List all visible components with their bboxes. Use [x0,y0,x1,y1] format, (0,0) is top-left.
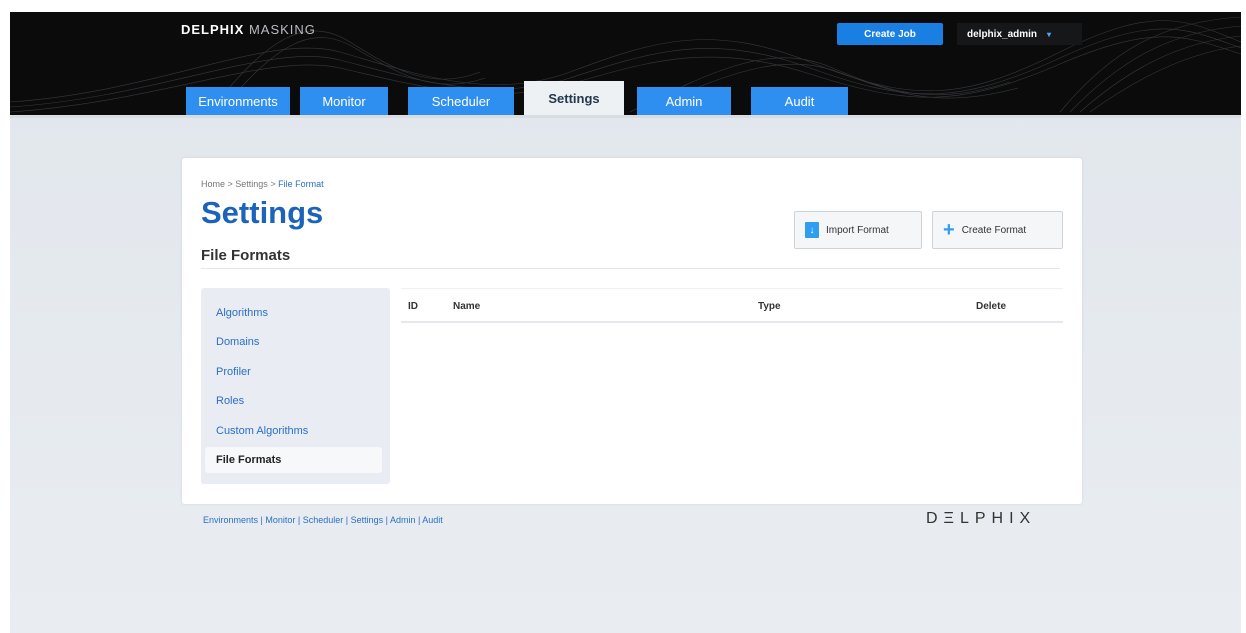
section-title: File Formats [201,247,291,264]
sidebar-item-profiler[interactable]: Profiler [201,359,383,385]
create-format-button[interactable]: + Create Format [932,211,1063,249]
footer-logo: DΞLPHIX [926,510,1037,527]
sidebar-item-custom-algorithms[interactable]: Custom Algorithms [201,418,383,444]
brand-light: MASKING [248,22,316,37]
breadcrumb-current: File Format [278,179,324,189]
create-format-label: Create Format [961,224,1027,236]
create-job-button[interactable]: Create Job [837,23,943,45]
download-icon: ↓ [805,222,819,238]
breadcrumb-home[interactable]: Home [201,179,225,189]
sidebar-item-algorithms[interactable]: Algorithms [201,300,383,326]
title-divider [201,268,1060,269]
tab-settings[interactable]: Settings [524,81,624,116]
user-name: delphix_admin [967,28,1038,40]
tab-admin[interactable]: Admin [637,87,731,116]
header-divider [10,115,1241,118]
page-title: Settings [201,195,324,230]
import-format-button[interactable]: ↓ Import Format [794,211,922,249]
breadcrumb-settings[interactable]: Settings [235,179,268,189]
user-menu[interactable]: delphix_admin ▾ [957,23,1082,45]
brand-bold: DELPHIX [181,22,245,37]
column-header-type[interactable]: Type [758,301,781,312]
tab-audit[interactable]: Audit [751,87,848,116]
import-format-label: Import Format [826,224,889,236]
chevron-down-icon: ▾ [1047,29,1052,39]
app-window: DELPHIX MASKING Create Job delphix_admin… [10,12,1241,633]
tab-environments[interactable]: Environments [186,87,290,116]
top-header: DELPHIX MASKING Create Job delphix_admin… [10,12,1241,118]
settings-panel: Home > Settings > File Format Settings F… [182,158,1082,504]
plus-icon: + [943,219,955,241]
column-header-id[interactable]: ID [408,301,418,312]
breadcrumb: Home > Settings > File Format [201,179,324,189]
breadcrumb-separator: > [267,179,279,189]
tab-scheduler[interactable]: Scheduler [408,87,514,116]
breadcrumb-separator: > [225,179,236,189]
sidebar-item-roles[interactable]: Roles [201,388,383,414]
sidebar-item-file-formats[interactable]: File Formats [205,447,382,473]
footer-links[interactable]: Environments | Monitor | Scheduler | Set… [203,515,443,525]
sidebar-item-domains[interactable]: Domains [201,329,383,355]
app-logo[interactable]: DELPHIX MASKING [181,22,316,37]
tab-monitor[interactable]: Monitor [300,87,388,116]
settings-sidebar: Algorithms Domains Profiler Roles Custom… [201,288,390,484]
column-header-delete: Delete [976,301,1007,312]
column-header-name[interactable]: Name [453,301,480,312]
table-header-row: ID Name Type Delete [401,288,1063,323]
